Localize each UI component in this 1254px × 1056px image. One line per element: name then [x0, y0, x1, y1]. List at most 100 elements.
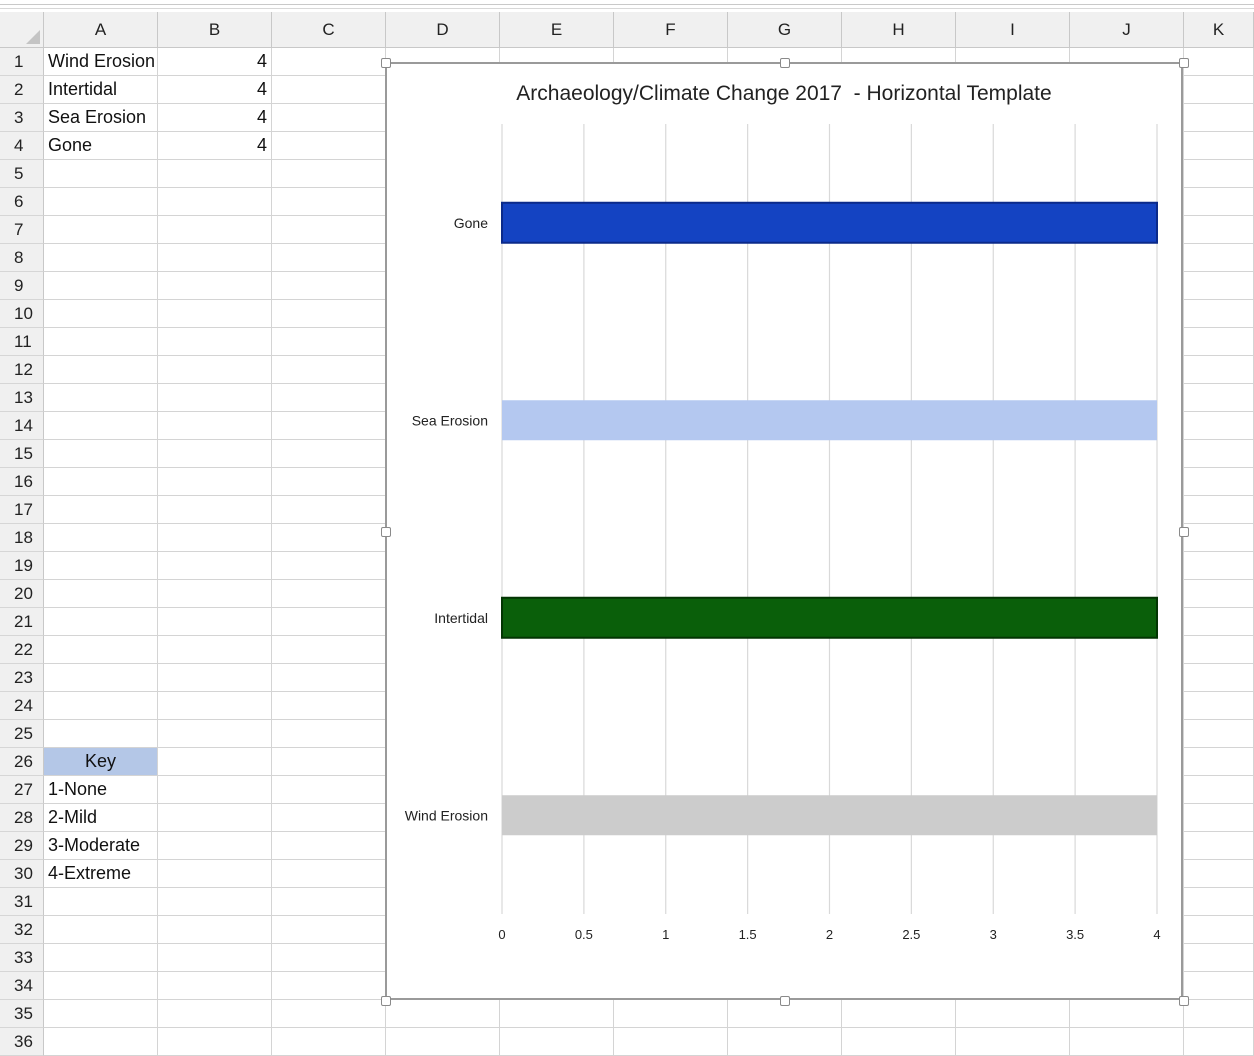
cell-b7[interactable]	[158, 216, 272, 244]
cell-b6[interactable]	[158, 188, 272, 216]
cell-b17[interactable]	[158, 496, 272, 524]
cell-b18[interactable]	[158, 524, 272, 552]
cell-h35[interactable]	[842, 1000, 956, 1028]
column-header-f[interactable]: F	[614, 12, 728, 48]
cell-k13[interactable]	[1184, 384, 1254, 412]
cell-k11[interactable]	[1184, 328, 1254, 356]
cell-a23[interactable]	[44, 664, 158, 692]
cell-c8[interactable]	[272, 244, 386, 272]
cell-b5[interactable]	[158, 160, 272, 188]
row-header-27[interactable]: 27	[0, 776, 44, 804]
cell-b20[interactable]	[158, 580, 272, 608]
cell-c6[interactable]	[272, 188, 386, 216]
row-header-3[interactable]: 3	[0, 104, 44, 132]
row-header-7[interactable]: 7	[0, 216, 44, 244]
cell-b32[interactable]	[158, 916, 272, 944]
cell-b27[interactable]	[158, 776, 272, 804]
cell-k22[interactable]	[1184, 636, 1254, 664]
row-header-9[interactable]: 9	[0, 272, 44, 300]
row-header-33[interactable]: 33	[0, 944, 44, 972]
cell-a25[interactable]	[44, 720, 158, 748]
cell-a9[interactable]	[44, 272, 158, 300]
cell-a6[interactable]	[44, 188, 158, 216]
row-header-28[interactable]: 28	[0, 804, 44, 832]
cell-b8[interactable]	[158, 244, 272, 272]
column-header-j[interactable]: J	[1070, 12, 1184, 48]
cell-a18[interactable]	[44, 524, 158, 552]
column-header-g[interactable]: G	[728, 12, 842, 48]
row-header-4[interactable]: 4	[0, 132, 44, 160]
cell-c11[interactable]	[272, 328, 386, 356]
cell-k26[interactable]	[1184, 748, 1254, 776]
cell-c29[interactable]	[272, 832, 386, 860]
cell-d35[interactable]	[386, 1000, 500, 1028]
cell-c30[interactable]	[272, 860, 386, 888]
cell-a35[interactable]	[44, 1000, 158, 1028]
cell-a32[interactable]	[44, 916, 158, 944]
cell-a26[interactable]: Key	[44, 748, 158, 776]
column-header-k[interactable]: K	[1184, 12, 1254, 48]
cell-k23[interactable]	[1184, 664, 1254, 692]
cell-b16[interactable]	[158, 468, 272, 496]
cell-a17[interactable]	[44, 496, 158, 524]
cell-k31[interactable]	[1184, 888, 1254, 916]
row-header-11[interactable]: 11	[0, 328, 44, 356]
bar-intertidal[interactable]	[501, 596, 1158, 639]
column-header-e[interactable]: E	[500, 12, 614, 48]
cell-a11[interactable]	[44, 328, 158, 356]
row-header-31[interactable]: 31	[0, 888, 44, 916]
cell-k25[interactable]	[1184, 720, 1254, 748]
cell-b10[interactable]	[158, 300, 272, 328]
row-header-24[interactable]: 24	[0, 692, 44, 720]
cell-c5[interactable]	[272, 160, 386, 188]
cell-e35[interactable]	[500, 1000, 614, 1028]
row-header-5[interactable]: 5	[0, 160, 44, 188]
row-header-17[interactable]: 17	[0, 496, 44, 524]
cell-c16[interactable]	[272, 468, 386, 496]
cell-b28[interactable]	[158, 804, 272, 832]
cell-k27[interactable]	[1184, 776, 1254, 804]
cell-b4[interactable]: 4	[158, 132, 272, 160]
cell-b24[interactable]	[158, 692, 272, 720]
cell-a30[interactable]: 4-Extreme	[44, 860, 158, 888]
cell-i35[interactable]	[956, 1000, 1070, 1028]
cell-a15[interactable]	[44, 440, 158, 468]
cell-c32[interactable]	[272, 916, 386, 944]
cell-b14[interactable]	[158, 412, 272, 440]
row-header-2[interactable]: 2	[0, 76, 44, 104]
cell-c22[interactable]	[272, 636, 386, 664]
cell-k14[interactable]	[1184, 412, 1254, 440]
cell-k7[interactable]	[1184, 216, 1254, 244]
row-header-35[interactable]: 35	[0, 1000, 44, 1028]
cell-b23[interactable]	[158, 664, 272, 692]
cell-b19[interactable]	[158, 552, 272, 580]
cell-c20[interactable]	[272, 580, 386, 608]
cell-a27[interactable]: 1-None	[44, 776, 158, 804]
cell-k35[interactable]	[1184, 1000, 1254, 1028]
cell-c33[interactable]	[272, 944, 386, 972]
row-header-25[interactable]: 25	[0, 720, 44, 748]
cell-a12[interactable]	[44, 356, 158, 384]
cell-a3[interactable]: Sea Erosion	[44, 104, 158, 132]
resize-handle[interactable]	[381, 58, 391, 68]
cell-k33[interactable]	[1184, 944, 1254, 972]
cell-k28[interactable]	[1184, 804, 1254, 832]
row-header-13[interactable]: 13	[0, 384, 44, 412]
cell-b35[interactable]	[158, 1000, 272, 1028]
cell-a24[interactable]	[44, 692, 158, 720]
cell-k12[interactable]	[1184, 356, 1254, 384]
cell-c27[interactable]	[272, 776, 386, 804]
cell-c18[interactable]	[272, 524, 386, 552]
resize-handle[interactable]	[1179, 996, 1189, 1006]
resize-handle[interactable]	[1179, 58, 1189, 68]
cell-a14[interactable]	[44, 412, 158, 440]
cell-a28[interactable]: 2-Mild	[44, 804, 158, 832]
cell-c1[interactable]	[272, 48, 386, 76]
cell-c35[interactable]	[272, 1000, 386, 1028]
row-header-10[interactable]: 10	[0, 300, 44, 328]
row-header-19[interactable]: 19	[0, 552, 44, 580]
cell-k1[interactable]	[1184, 48, 1254, 76]
cell-b34[interactable]	[158, 972, 272, 1000]
row-header-1[interactable]: 1	[0, 48, 44, 76]
cell-c4[interactable]	[272, 132, 386, 160]
